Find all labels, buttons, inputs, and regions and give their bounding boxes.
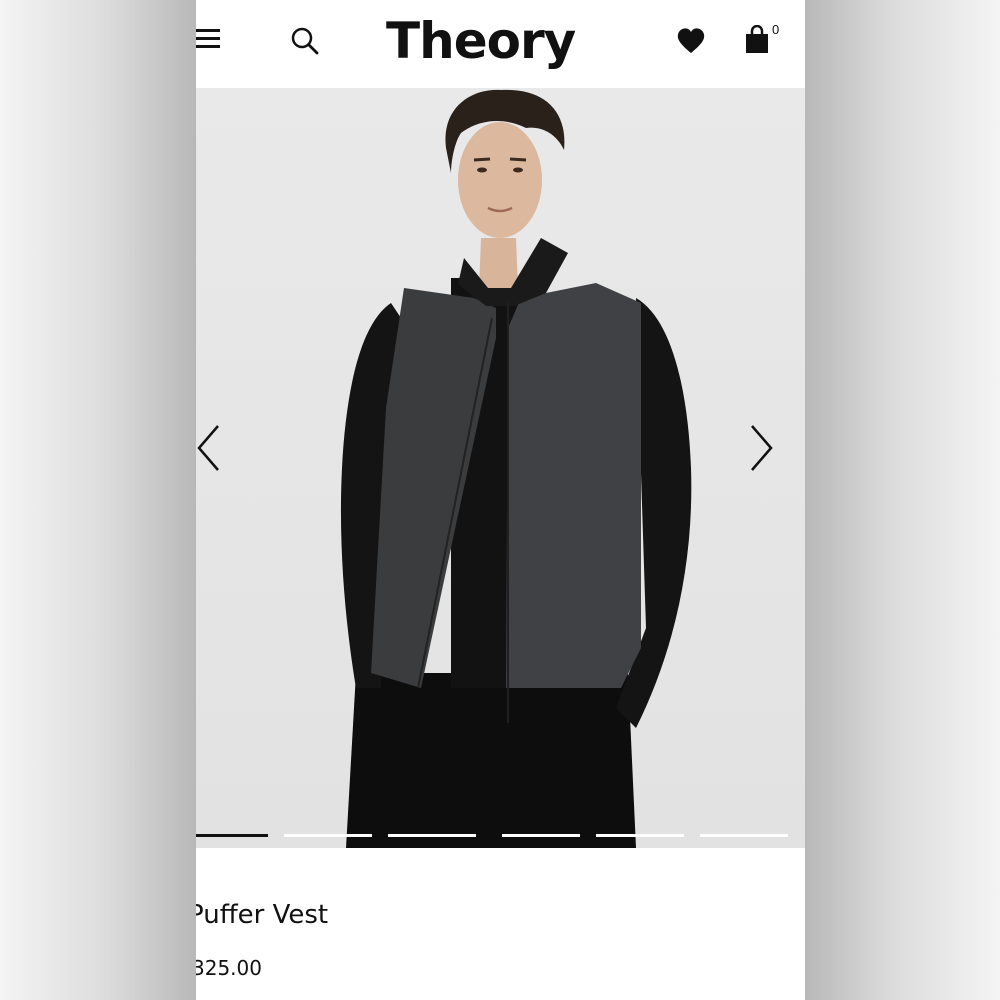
product-title: Puffer Vest: [196, 900, 329, 930]
product-page: Theory 0 Puffer Vest 325.00: [196, 0, 805, 1000]
carousel-indicator[interactable]: [700, 834, 788, 837]
chevron-right-icon[interactable]: [746, 423, 776, 473]
menu-icon[interactable]: [196, 27, 222, 49]
chevron-left-icon[interactable]: [196, 423, 226, 473]
carousel-indicator[interactable]: [596, 834, 684, 837]
shopping-bag-icon[interactable]: [744, 24, 770, 55]
search-icon[interactable]: [290, 26, 320, 56]
product-photo: [340, 89, 692, 848]
backdrop-left: [0, 0, 196, 1000]
site-header: Theory 0: [196, 0, 805, 88]
product-image-carousel[interactable]: [196, 88, 805, 848]
carousel-pagination: [196, 834, 805, 838]
backdrop-right: [805, 0, 1000, 1000]
carousel-indicator[interactable]: [284, 834, 372, 837]
carousel-indicator[interactable]: [388, 834, 476, 837]
bag-count-badge: 0: [772, 22, 780, 37]
product-price: 325.00: [196, 956, 262, 980]
carousel-indicator[interactable]: [196, 834, 268, 837]
heart-icon[interactable]: [676, 27, 706, 55]
carousel-indicator[interactable]: [502, 834, 580, 837]
brand-logo[interactable]: Theory: [386, 6, 586, 76]
